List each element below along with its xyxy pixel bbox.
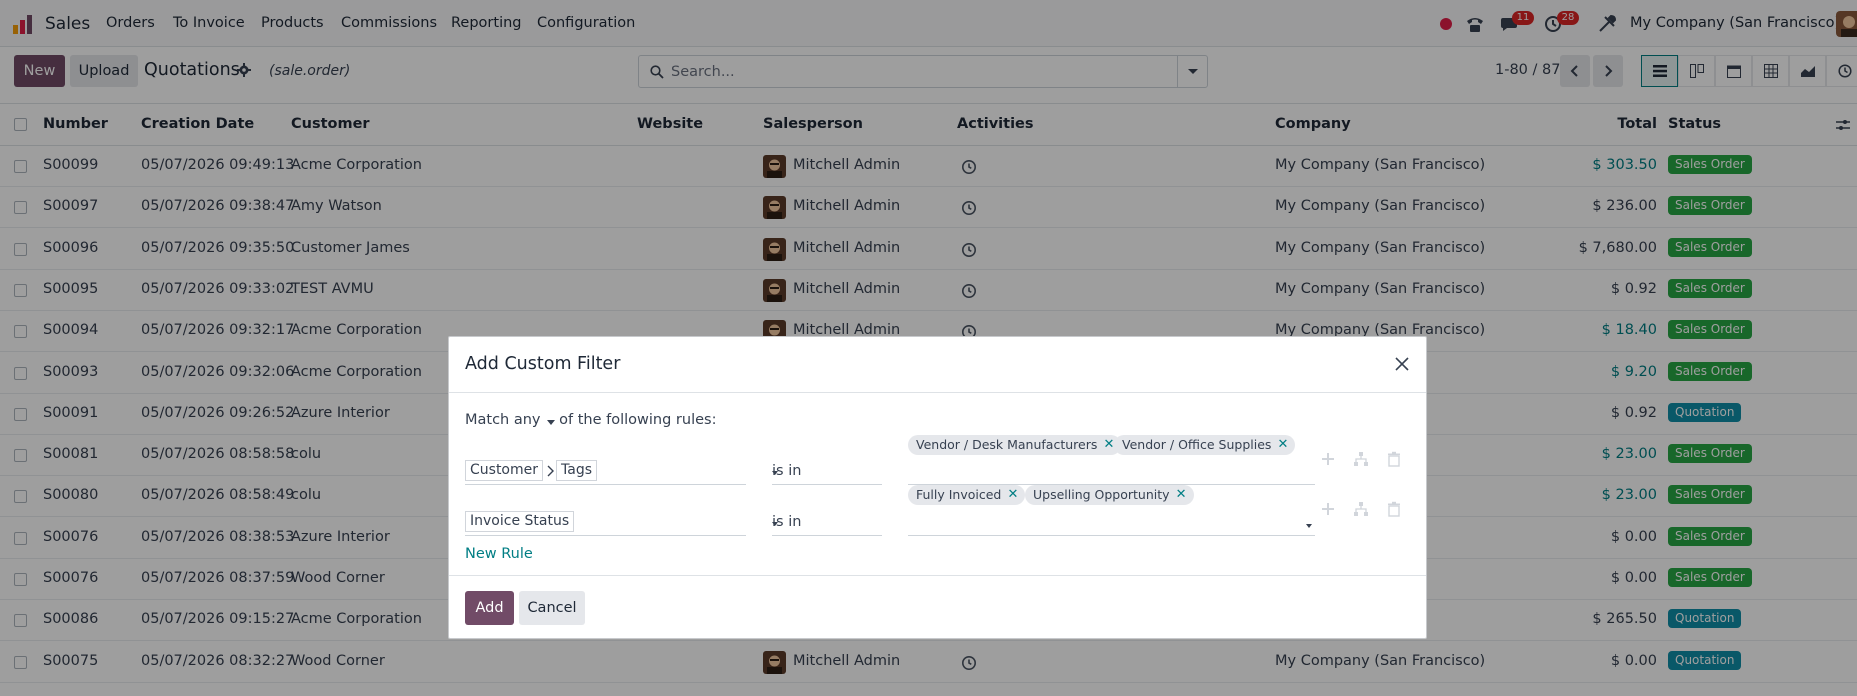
match-value: any: [513, 412, 541, 428]
add-rule-icon[interactable]: [1320, 451, 1336, 467]
cancel-button[interactable]: Cancel: [519, 591, 585, 625]
dialog-header: Add Custom Filter: [449, 337, 1426, 393]
chevron-down-icon: [1306, 524, 1312, 528]
path-segment: Customer: [465, 460, 544, 481]
match-sentence: Match any of the following rules:: [465, 412, 716, 428]
path-segment: Tags: [556, 460, 597, 481]
value-tag: Vendor / Office Supplies ✕: [1114, 435, 1296, 455]
remove-tag-icon[interactable]: ✕: [1278, 435, 1289, 455]
add-custom-filter-dialog: Add Custom Filter Match any of the follo…: [448, 336, 1427, 639]
close-icon[interactable]: [1394, 356, 1410, 372]
value-tag: Fully Invoiced ✕: [908, 485, 1026, 505]
value-tag: Upselling Opportunity ✕: [1025, 485, 1194, 505]
delete-rule-icon[interactable]: [1386, 451, 1402, 467]
match-select[interactable]: any: [514, 412, 555, 428]
match-prefix: Match: [465, 412, 510, 428]
tag-label: Upselling Opportunity: [1033, 487, 1170, 502]
add-branch-icon[interactable]: [1353, 501, 1369, 517]
tag-label: Vendor / Desk Manufacturers: [916, 437, 1098, 452]
rule-operator-select[interactable]: is in: [772, 511, 882, 536]
dialog-footer: Add Cancel: [449, 575, 1426, 638]
rule-path-field[interactable]: Invoice Status: [465, 511, 746, 536]
rule-operator-select[interactable]: is in: [772, 460, 882, 485]
remove-tag-icon[interactable]: ✕: [1007, 485, 1018, 505]
tag-label: Fully Invoiced: [916, 487, 1002, 502]
rule-path-field[interactable]: Customer Tags: [465, 460, 746, 485]
chevron-down-icon: [546, 420, 555, 425]
remove-tag-icon[interactable]: ✕: [1176, 485, 1187, 505]
chevron-down-icon: [772, 522, 778, 526]
add-branch-icon[interactable]: [1353, 451, 1369, 467]
chevron-right-icon: [547, 465, 554, 477]
delete-rule-icon[interactable]: [1386, 501, 1402, 517]
dialog-title: Add Custom Filter: [465, 354, 621, 374]
add-rule-icon[interactable]: [1320, 501, 1336, 517]
remove-tag-icon[interactable]: ✕: [1103, 435, 1114, 455]
rule-value-field[interactable]: Fully Invoiced ✕ Upselling Opportunity ✕: [908, 485, 1315, 536]
value-tag: Vendor / Desk Manufacturers ✕: [908, 435, 1122, 455]
rule-value-field[interactable]: Vendor / Desk Manufacturers ✕ Vendor / Of…: [908, 435, 1315, 485]
chevron-down-icon: [772, 471, 778, 475]
tag-label: Vendor / Office Supplies: [1122, 437, 1272, 452]
path-segment: Invoice Status: [465, 511, 575, 532]
new-rule-link[interactable]: New Rule: [465, 546, 533, 562]
add-button[interactable]: Add: [465, 591, 514, 625]
match-suffix: of the following rules:: [559, 412, 717, 428]
